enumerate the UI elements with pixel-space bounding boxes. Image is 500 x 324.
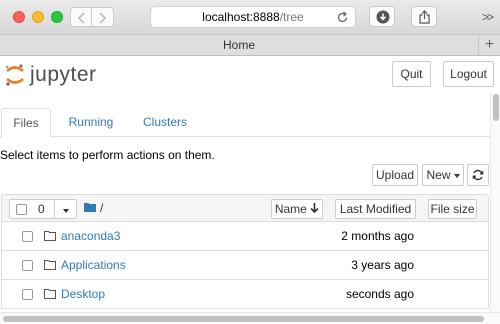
close-window-button[interactable] [13,11,25,23]
chevron-right-icon [99,12,107,24]
refresh-icon [472,169,484,181]
select-dropdown-button[interactable] [54,199,77,219]
new-dropdown-button[interactable]: New [422,164,464,186]
minimize-window-button[interactable] [32,11,44,23]
select-all-checkbox[interactable] [16,204,27,215]
row-checkbox[interactable] [22,231,33,242]
file-name-link[interactable]: anaconda3 [61,229,120,243]
tab-running[interactable]: Running [58,108,124,137]
logout-button[interactable]: Logout [443,61,494,87]
url-path: /tree [279,10,304,24]
sort-file-size-button[interactable]: File size [428,199,477,219]
share-button[interactable] [411,6,437,27]
back-button[interactable] [70,7,92,27]
file-modified: seconds ago [345,287,414,301]
chevron-left-icon [77,12,85,24]
vertical-scroll-thumb[interactable] [493,94,499,121]
folder-outline-icon [44,231,56,241]
sort-last-modified-button[interactable]: Last Modified [335,199,416,219]
zoom-window-button[interactable] [51,11,63,23]
list-item[interactable]: Desktop seconds ago [1,280,489,309]
sort-name-label: Name [274,202,307,216]
vertical-scrollbar[interactable] [490,94,500,312]
new-tab-button[interactable]: + [478,35,500,55]
folder-outline-icon [44,289,56,299]
toolbar-overflow-icon[interactable]: >> [482,10,494,24]
folder-outline-icon [44,260,56,270]
browser-titlebar: localhost:8888/tree >> [0,0,500,34]
downloads-button[interactable] [369,6,395,27]
browser-tab-title[interactable]: Home [0,35,478,55]
jupyter-logo-icon [5,64,24,86]
row-checkbox[interactable] [22,289,33,300]
horizontal-scrollbar[interactable] [0,312,500,324]
url-host: localhost:8888 [202,10,280,24]
list-item[interactable]: Applications 3 years ago [1,251,489,280]
file-list-header: 0 / Name Last Modified File size [1,194,489,222]
share-icon [419,10,430,24]
list-item[interactable]: anaconda3 2 months ago [1,222,489,251]
select-all-group: 0 [9,199,77,219]
jupyter-logo[interactable]: jupyter [4,60,104,90]
quit-button[interactable]: Quit [392,61,431,87]
row-checkbox[interactable] [22,260,33,271]
tab-clusters[interactable]: Clusters [134,108,196,137]
forward-button[interactable] [92,7,114,27]
download-icon [376,10,390,24]
file-name-link[interactable]: Applications [61,258,126,272]
arrow-down-icon [310,203,319,214]
reload-icon[interactable] [336,11,349,24]
sort-name-button[interactable]: Name [271,199,323,219]
address-bar[interactable]: localhost:8888/tree [150,6,356,28]
jupyter-header: jupyter Quit Logout [0,56,500,94]
horizontal-scroll-thumb[interactable] [3,316,484,322]
browser-tab-bar: Home + [0,34,500,56]
tab-files[interactable]: Files [1,108,51,138]
caret-down-icon [453,173,460,178]
caret-down-icon [63,208,69,213]
new-label: New [426,168,451,182]
notebook-tabs: Files Running Clusters [0,108,490,138]
selection-hint: Select items to perform actions on them. [0,148,215,162]
refresh-button[interactable] [467,164,489,186]
file-modified: 3 years ago [351,258,414,272]
selected-count: 0 [38,202,45,216]
file-modified: 2 months ago [341,229,414,243]
file-name-link[interactable]: Desktop [61,287,105,301]
folder-icon[interactable] [84,202,96,212]
upload-button[interactable]: Upload [372,164,418,186]
breadcrumb-root[interactable]: / [100,201,103,215]
jupyter-brand: jupyter [30,63,97,86]
